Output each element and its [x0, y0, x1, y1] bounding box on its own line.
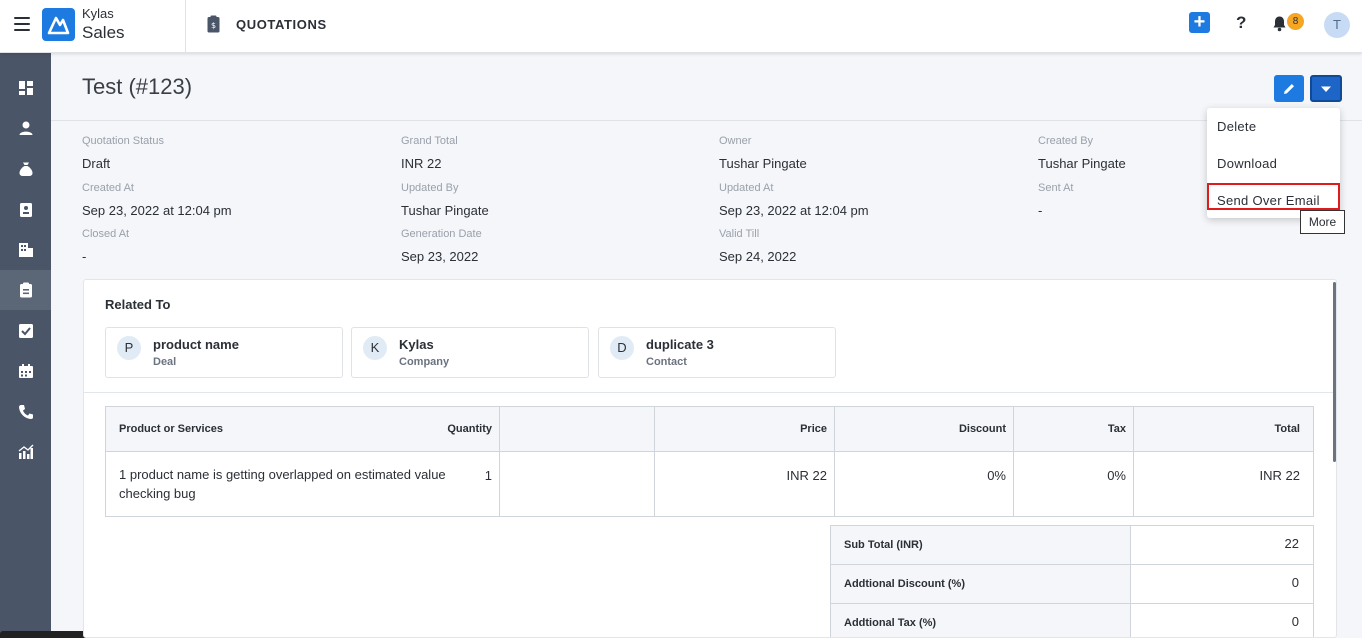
- field-created-by: Created By Tushar Pingate: [1038, 135, 1126, 171]
- kylas-logo-icon[interactable]: [42, 8, 75, 41]
- building-icon: [18, 243, 33, 257]
- related-type: Contact: [646, 356, 687, 368]
- pencil-icon: [1284, 83, 1294, 94]
- quotation-icon: $: [207, 15, 220, 33]
- field-owner: Owner Tushar Pingate: [719, 135, 807, 171]
- phone-icon: [18, 405, 33, 419]
- card-divider: [84, 392, 1336, 393]
- summary-row-discount: Addtional Discount (%) 0: [831, 565, 1313, 604]
- topbar-divider: [185, 0, 186, 52]
- related-initial: D: [610, 336, 634, 360]
- cell-discount: 0%: [987, 468, 1006, 483]
- quotation-icon: [19, 282, 32, 298]
- summary-row-tax: Addtional Tax (%) 0: [831, 604, 1313, 637]
- avatar[interactable]: T: [1324, 12, 1350, 38]
- related-card-company[interactable]: K Kylas Company: [351, 327, 589, 378]
- summary-label: Addtional Discount (%): [844, 578, 965, 590]
- column-header-price: Price: [800, 423, 827, 435]
- caret-down-icon: [1321, 86, 1331, 92]
- related-to-title: Related To: [105, 297, 171, 312]
- related-name: product name: [153, 337, 239, 352]
- related-initial: K: [363, 336, 387, 360]
- cell-quantity: 1: [484, 468, 492, 483]
- column-header-quantity: Quantity: [447, 423, 492, 435]
- cell-tax: 0%: [1107, 468, 1126, 483]
- related-card-deal[interactable]: P product name Deal: [105, 327, 343, 378]
- field-generation-date: Generation Date Sep 23, 2022: [401, 228, 482, 264]
- dashboard-icon: [18, 81, 33, 95]
- sidebar-item-leads[interactable]: [0, 108, 51, 148]
- summary-label: Sub Total (INR): [844, 539, 923, 551]
- top-bar: Kylas Sales $ QUOTATIONS + ? 8 T: [0, 0, 1362, 53]
- menu-item-send-over-email[interactable]: Send Over Email: [1217, 193, 1320, 208]
- quotation-card: Related To P product name Deal K Kylas C…: [83, 279, 1337, 638]
- related-type: Deal: [153, 356, 177, 368]
- sidebar-item-deals[interactable]: [0, 149, 51, 189]
- svg-text:$: $: [211, 21, 216, 30]
- field-valid-till: Valid Till Sep 24, 2022: [719, 228, 797, 264]
- sidebar-item-reports[interactable]: [0, 432, 51, 472]
- table-header-row: [106, 407, 1313, 452]
- user-icon: [19, 121, 32, 135]
- sidebar-item-contacts[interactable]: [0, 190, 51, 230]
- summary-value: 0: [1291, 575, 1299, 590]
- column-header-discount: Discount: [958, 423, 1006, 435]
- cell-total: INR 22: [1259, 468, 1300, 483]
- brand-name: Kylas: [82, 6, 114, 21]
- hamburger-menu-icon[interactable]: [14, 17, 30, 31]
- field-sent-at: Sent At -: [1038, 182, 1074, 218]
- page-header: Test (#123): [51, 53, 1362, 121]
- summary-value: 22: [1284, 536, 1299, 551]
- sidebar-item-companies[interactable]: [0, 230, 51, 270]
- field-created-at: Created At Sep 23, 2022 at 12:04 pm: [82, 182, 232, 218]
- more-actions-button[interactable]: [1310, 75, 1342, 102]
- more-tooltip: More: [1300, 210, 1345, 234]
- column-header-product: Product or Services: [119, 423, 223, 435]
- module-title: QUOTATIONS: [236, 17, 327, 32]
- menu-item-delete[interactable]: Delete: [1217, 119, 1256, 134]
- quotation-details: Quotation Status Draft Grand Total INR 22 …: [82, 135, 1282, 275]
- sidebar-item-calls[interactable]: [0, 392, 51, 432]
- sidebar-item-quotations[interactable]: [0, 270, 51, 310]
- related-initial: P: [117, 336, 141, 360]
- notification-badge: 8: [1287, 13, 1304, 30]
- field-grand-total: Grand Total INR 22: [401, 135, 458, 171]
- field-quotation-status: Quotation Status Draft: [82, 135, 164, 171]
- sidebar: [0, 53, 51, 638]
- sidebar-item-meetings[interactable]: [0, 351, 51, 391]
- brand-product: Sales: [82, 23, 125, 42]
- related-type: Company: [399, 356, 450, 368]
- related-name: Kylas: [399, 337, 434, 352]
- table-row: 1 product name is getting overlapped on …: [106, 452, 1313, 516]
- help-icon[interactable]: ?: [1236, 13, 1246, 33]
- page-title: Test (#123): [82, 74, 193, 99]
- bell-icon[interactable]: [1271, 15, 1288, 32]
- summary-table: Sub Total (INR) 22 Addtional Discount (%…: [830, 525, 1314, 637]
- money-bag-icon: [19, 162, 32, 176]
- checkbox-icon: [18, 324, 33, 338]
- calendar-icon: [18, 364, 33, 378]
- cell-product: 1 product name is getting overlapped on …: [119, 467, 446, 501]
- field-updated-by: Updated By Tushar Pingate: [401, 182, 489, 218]
- summary-row-subtotal: Sub Total (INR) 22: [831, 526, 1313, 565]
- column-header-tax: Tax: [1107, 423, 1126, 435]
- contact-card-icon: [19, 203, 32, 217]
- menu-item-download[interactable]: Download: [1217, 156, 1277, 171]
- field-updated-at: Updated At Sep 23, 2022 at 12:04 pm: [719, 182, 869, 218]
- scrollbar[interactable]: [1333, 282, 1336, 462]
- sidebar-item-dashboard[interactable]: [0, 68, 51, 108]
- products-table: Product or Services Quantity Price Disco…: [105, 406, 1314, 517]
- related-name: duplicate 3: [646, 337, 714, 352]
- summary-label: Addtional Tax (%): [844, 617, 937, 629]
- more-actions-menu: Delete Download Send Over Email: [1207, 108, 1340, 218]
- summary-value: 0: [1291, 614, 1299, 629]
- field-closed-at: Closed At -: [82, 228, 130, 264]
- chart-icon: [18, 444, 33, 459]
- column-header-total: Total: [1274, 423, 1300, 435]
- sidebar-item-tasks[interactable]: [0, 311, 51, 351]
- edit-button[interactable]: [1274, 75, 1304, 102]
- cell-price: INR 22: [786, 468, 827, 483]
- related-card-contact[interactable]: D duplicate 3 Contact: [598, 327, 836, 378]
- add-icon[interactable]: +: [1189, 12, 1210, 33]
